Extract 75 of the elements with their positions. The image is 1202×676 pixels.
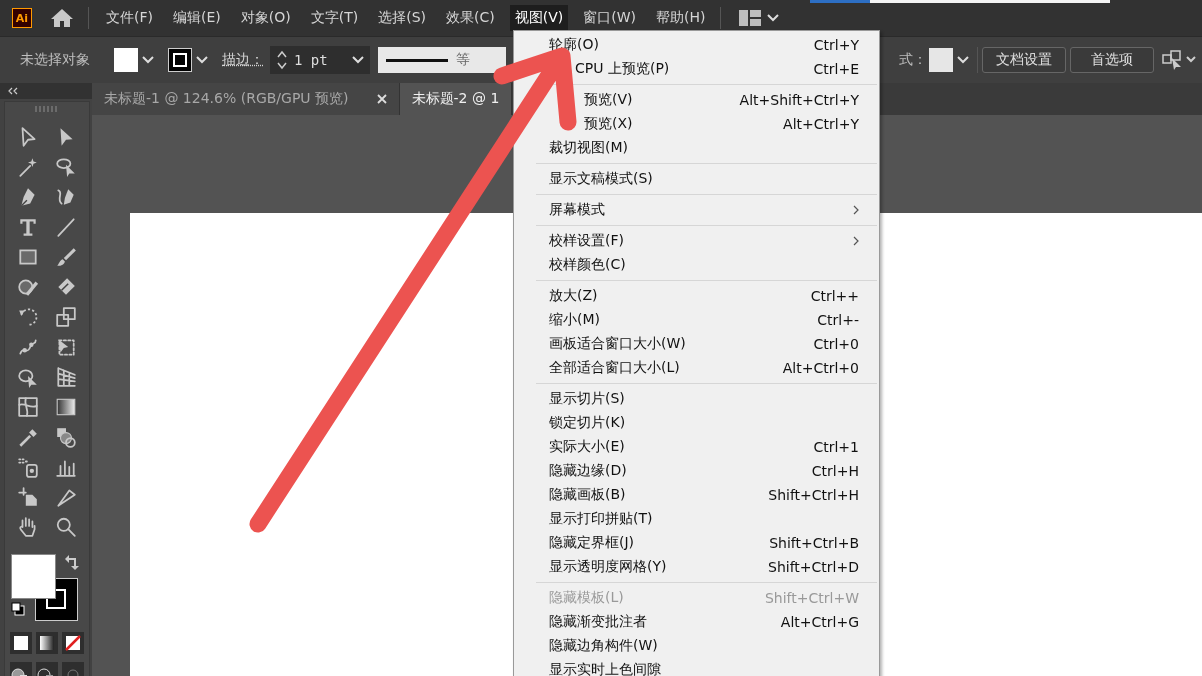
paintbrush-icon[interactable] [55, 246, 77, 268]
type-icon[interactable] [17, 216, 39, 238]
blend-icon[interactable] [55, 426, 77, 448]
menu-item[interactable]: 裁切视图(M) [514, 136, 879, 160]
caret-icon [352, 56, 364, 64]
menu-item[interactable]: 放大(Z) Ctrl++ [514, 284, 879, 308]
collapse-icon[interactable] [8, 87, 18, 95]
artboard-icon[interactable] [17, 486, 39, 508]
menu-item[interactable]: 缩小(M) Ctrl+- [514, 308, 879, 332]
menu-item[interactable]: 显示切片(S) [514, 387, 879, 411]
menu-item[interactable]: 画板适合窗口大小(W) Ctrl+0 [514, 332, 879, 356]
menu-item[interactable]: 文字(T) [305, 5, 364, 31]
default-colors-icon[interactable] [11, 602, 25, 616]
color-mode-button[interactable] [10, 632, 32, 654]
caret-icon [957, 56, 969, 64]
menu-item[interactable]: 锁定切片(K) [514, 411, 879, 435]
menu-item[interactable]: 显示实时上色间隙 [514, 658, 879, 676]
perspective-grid-icon[interactable] [55, 366, 77, 388]
selection-status: 未选择对象 [20, 51, 90, 69]
menu-item[interactable]: 校样设置(F) [514, 229, 879, 253]
caret-icon [142, 56, 154, 64]
menu-item[interactable]: 屏幕模式 [514, 198, 879, 222]
menu-item[interactable]: 显示打印拼贴(T) [514, 507, 879, 531]
menu-item[interactable]: 对象(O) [235, 5, 296, 31]
magic-wand-icon[interactable] [17, 156, 39, 178]
arrange-icon[interactable] [1162, 50, 1196, 70]
document-tab[interactable]: 未标题-2 @ 1 [399, 83, 513, 115]
menu-item[interactable]: 显示透明度网格(Y) Shift+Ctrl+D [514, 555, 879, 579]
menu-item[interactable]: 隐藏边角构件(W) [514, 634, 879, 658]
menu-item[interactable]: 隐藏画板(B) Shift+Ctrl+H [514, 483, 879, 507]
menu-item[interactable]: 视图(V) [509, 5, 569, 31]
fill-stroke-swatches-drawing[interactable] [11, 554, 79, 622]
close-icon[interactable] [376, 94, 387, 104]
stepper-icon [276, 49, 288, 71]
stroke-weight-field[interactable]: 1 pt [270, 46, 370, 74]
toolbar-button[interactable]: 文档设置 [982, 47, 1066, 73]
menu-item[interactable]: 帮助(H) [651, 5, 711, 31]
menu-item[interactable]: 文件(F) [101, 5, 158, 31]
menu-item[interactable]: 实际大小(E) Ctrl+1 [514, 435, 879, 459]
menu-item[interactable]: 校样颜色(C) [514, 253, 879, 277]
stroke-label[interactable]: 描边： [222, 51, 264, 69]
menu-item[interactable]: 窗口(W) [578, 5, 641, 31]
mesh-icon[interactable] [17, 396, 39, 418]
swap-icon[interactable] [65, 554, 81, 570]
lasso-icon[interactable] [55, 156, 77, 178]
menu-item[interactable]: 隐藏渐变批注者 Alt+Ctrl+G [514, 610, 879, 634]
workspace-layout-icon[interactable] [739, 10, 762, 26]
menu-item[interactable]: 显示文稿模式(S) [514, 167, 879, 191]
gradient-icon[interactable] [55, 396, 77, 418]
gradient-mode-button[interactable] [36, 632, 58, 654]
home-icon[interactable] [50, 8, 74, 28]
scale-icon[interactable] [55, 306, 77, 328]
menu-item[interactable]: CPU 上预览(P) Ctrl+E [575, 57, 879, 81]
toolbar-button[interactable]: 首选项 [1070, 47, 1154, 73]
stroke-style-field[interactable]: 等 [378, 47, 506, 73]
app-logo[interactable]: Ai [12, 8, 32, 28]
menu-item[interactable]: 隐藏定界框(J) Shift+Ctrl+B [514, 531, 879, 555]
style-label: 式： [899, 51, 927, 69]
eyedropper-icon[interactable] [17, 426, 39, 448]
grip-icon[interactable] [35, 106, 59, 112]
symbol-sprayer-icon[interactable] [17, 456, 39, 478]
caret-icon [196, 56, 208, 64]
document-tab[interactable]: 未标题-1 @ 124.6% (RGB/GPU 预览) [92, 83, 400, 115]
rotate-icon[interactable] [17, 306, 39, 328]
line-icon[interactable] [55, 216, 77, 238]
search-icon[interactable] [55, 516, 77, 538]
menu-item[interactable]: 编辑(E) [168, 5, 226, 31]
menu-item[interactable]: 选择(S) [373, 5, 431, 31]
menu-item[interactable]: 预览(X) Alt+Ctrl+Y [584, 112, 879, 136]
free-transform-icon[interactable] [55, 336, 77, 358]
menu-item[interactable]: 效果(C) [441, 5, 500, 31]
menu-item[interactable]: 全部适合窗口大小(L) Alt+Ctrl+0 [514, 356, 879, 380]
menu-item[interactable]: 预览(V) Alt+Shift+Ctrl+Y [584, 88, 879, 112]
caret-icon[interactable] [767, 14, 780, 22]
menu-item[interactable]: 隐藏边缘(D) Ctrl+H [514, 459, 879, 483]
